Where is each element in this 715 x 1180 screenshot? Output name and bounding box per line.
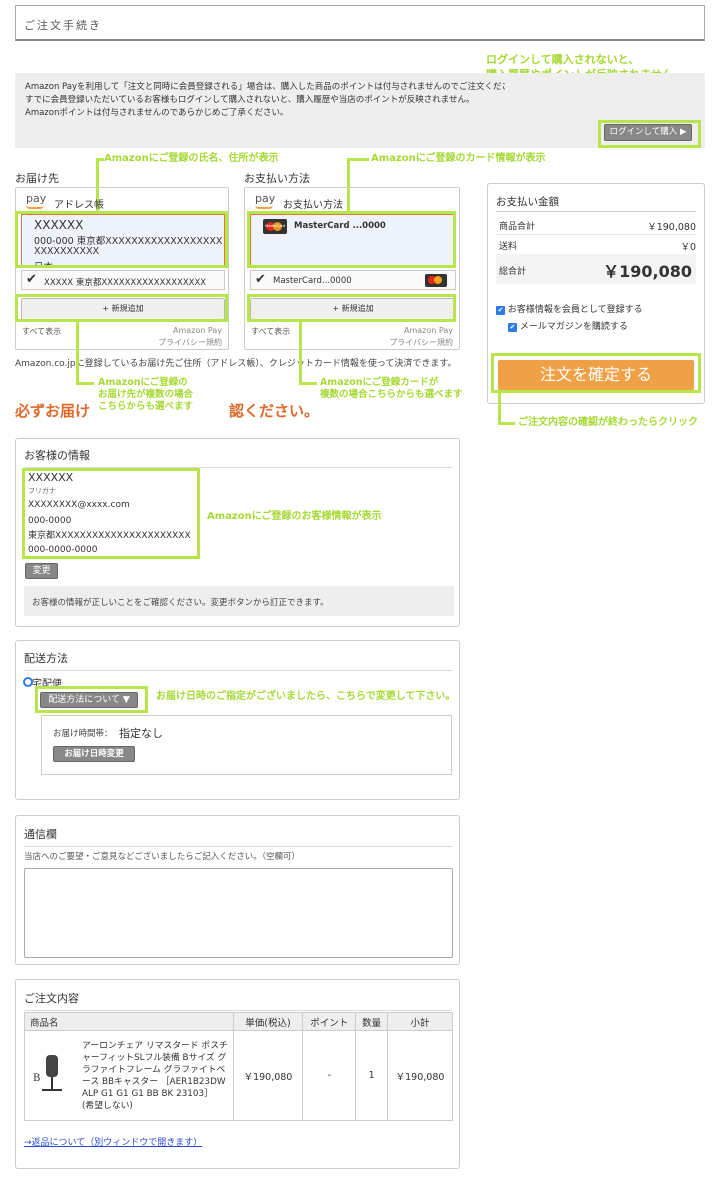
page-title-box: ご注文手続き — [15, 5, 705, 41]
warning-text-left: 必ずお届け — [15, 402, 91, 420]
product-subtotal: ￥190,080 — [387, 1030, 453, 1121]
total-value: ￥190,080 — [603, 262, 692, 281]
delivery-time-box: お届け時間帯： 指定なし お届け日時変更 — [41, 715, 452, 775]
order-table-row: B アーロンチェア リマスタード ポスチャーフィットSLフル装備 Bサイズ グラ… — [24, 1030, 453, 1121]
check-icon: ✔ — [26, 272, 37, 287]
address-highlight — [15, 211, 228, 268]
chair-icon — [46, 1055, 58, 1077]
amazon-pay-logo: pay — [255, 192, 276, 205]
summary-row: 送料 ￥0 — [499, 242, 696, 253]
message-heading: 通信欄 — [24, 826, 452, 847]
annotation-line — [76, 322, 79, 384]
delivery-date-change-button[interactable]: お届け日時変更 — [53, 746, 135, 762]
card-highlight — [247, 211, 456, 268]
delivery-about-highlight — [35, 686, 148, 713]
alt-card[interactable]: ✔ MasterCard...0000 — [250, 270, 456, 290]
order-table-header: 商品名 単価(税込) ポイント 数量 小計 — [24, 1012, 453, 1031]
show-all-link[interactable]: すべて表示 — [251, 326, 290, 337]
product-points: - — [302, 1030, 357, 1121]
message-textarea[interactable] — [24, 868, 453, 958]
order-table: 商品名 単価(税込) ポイント 数量 小計 B アーロンチェア リマスタード ポ… — [24, 1012, 453, 1121]
delivery-section: 配送方法 宅配便 配送方法について ▼ お届け時間帯： 指定なし お届け日時変更 — [15, 640, 460, 800]
newsletter-checkbox[interactable]: ✔ — [508, 323, 517, 332]
payment-heading: お支払い方法 — [244, 172, 310, 185]
summary-row: 商品合計 ￥190,080 — [496, 217, 696, 235]
check-icon: ✔ — [255, 272, 266, 287]
delivery-heading: 配送方法 — [24, 650, 452, 671]
customer-highlight — [22, 468, 200, 559]
amazon-note: Amazon.co.jpに登録しているお届け先ご住所（アドレス帳）、クレジットカ… — [15, 359, 457, 369]
register-checkbox[interactable]: ✔ — [496, 306, 505, 315]
delivery-annotation: お届け日時のご指定がございましたら、こちらで変更して下さい。 — [156, 691, 456, 702]
annotation-line — [498, 393, 501, 424]
confirm-highlight — [491, 353, 701, 393]
customer-note: お客様の情報が正しいことをご確認ください。変更ボタンから訂正できます。 — [24, 586, 454, 616]
size-badge: B — [33, 1073, 41, 1084]
add-address-highlight — [15, 294, 228, 322]
annotation-line — [299, 382, 317, 385]
total-row: 総合計 ￥190,080 — [496, 254, 696, 284]
privacy-link[interactable]: プライバシー規約 — [389, 337, 453, 348]
product-thumbnail: B — [32, 1051, 66, 1099]
address-bottom-annotation: Amazonにご登録の お届け先が複数の場合 こちらからも選べます — [98, 377, 194, 412]
page-title: ご注文手続き — [24, 19, 102, 32]
change-customer-button[interactable]: 変更 — [25, 563, 58, 579]
alt-address[interactable]: ✔ XXXXX 東京都XXXXXXXXXXXXXXXXXX — [21, 270, 225, 290]
annotation-line — [76, 382, 94, 385]
privacy-link[interactable]: プライバシー規約 — [158, 337, 222, 348]
product-name: アーロンチェア リマスタード ポスチャーフィットSLフル装備 Bサイズ グラファ… — [82, 1040, 228, 1111]
card-bottom-annotation: Amazonにご登録カードが 複数の場合こちらからも選べます — [320, 377, 463, 400]
shipping-heading: お届け先 — [15, 172, 59, 185]
login-button-highlight — [598, 120, 701, 148]
product-qty: 1 — [355, 1030, 389, 1121]
annotation-line — [498, 422, 515, 425]
warning-text-right: 認ください。 — [229, 402, 320, 420]
order-heading: ご注文内容 — [24, 990, 452, 1011]
payment-widget-title: お支払い方法 — [283, 200, 343, 211]
notice-text: Amazon Payを利用して「注文と同時に会員登録される」場合は、購入した商品… — [25, 82, 505, 118]
amazon-smile-icon — [26, 205, 44, 209]
return-policy-link[interactable]: →返品について（別ウィンドウで開きます） — [24, 1135, 202, 1148]
annotation-line — [299, 322, 302, 384]
customer-heading: お客様の情報 — [24, 447, 452, 468]
amazon-smile-icon — [255, 205, 273, 209]
product-price: ￥190,080 — [232, 1030, 304, 1121]
address-book-title: アドレス帳 — [54, 200, 104, 211]
summary-heading: お支払い金額 — [496, 196, 559, 208]
address-top-annotation: Amazonにご登録の氏名、住所が表示 — [104, 153, 279, 164]
delivery-time-value: 指定なし — [119, 727, 163, 740]
order-section: ご注文内容 商品名 単価(税込) ポイント 数量 小計 B アーロンチェア リマ… — [15, 979, 460, 1169]
message-section: 通信欄 当店へのご要望・ご意見などございましたらご記入ください。（空欄可） — [15, 815, 460, 965]
amazon-pay-logo: pay — [26, 192, 47, 205]
message-hint: 当店へのご要望・ご意見などございましたらご記入ください。（空欄可） — [24, 852, 300, 862]
confirm-annotation: ご注文内容の確認が終わったらクリック — [518, 417, 698, 428]
mastercard-icon — [425, 274, 447, 287]
card-top-annotation: Amazonにご登録のカード情報が表示 — [371, 153, 546, 164]
annotation-line — [96, 158, 104, 161]
annotation-line — [347, 158, 369, 161]
customer-annotation: Amazonにご登録のお客様情報が表示 — [207, 511, 382, 522]
add-card-highlight — [247, 294, 456, 322]
show-all-link[interactable]: すべて表示 — [22, 326, 61, 337]
